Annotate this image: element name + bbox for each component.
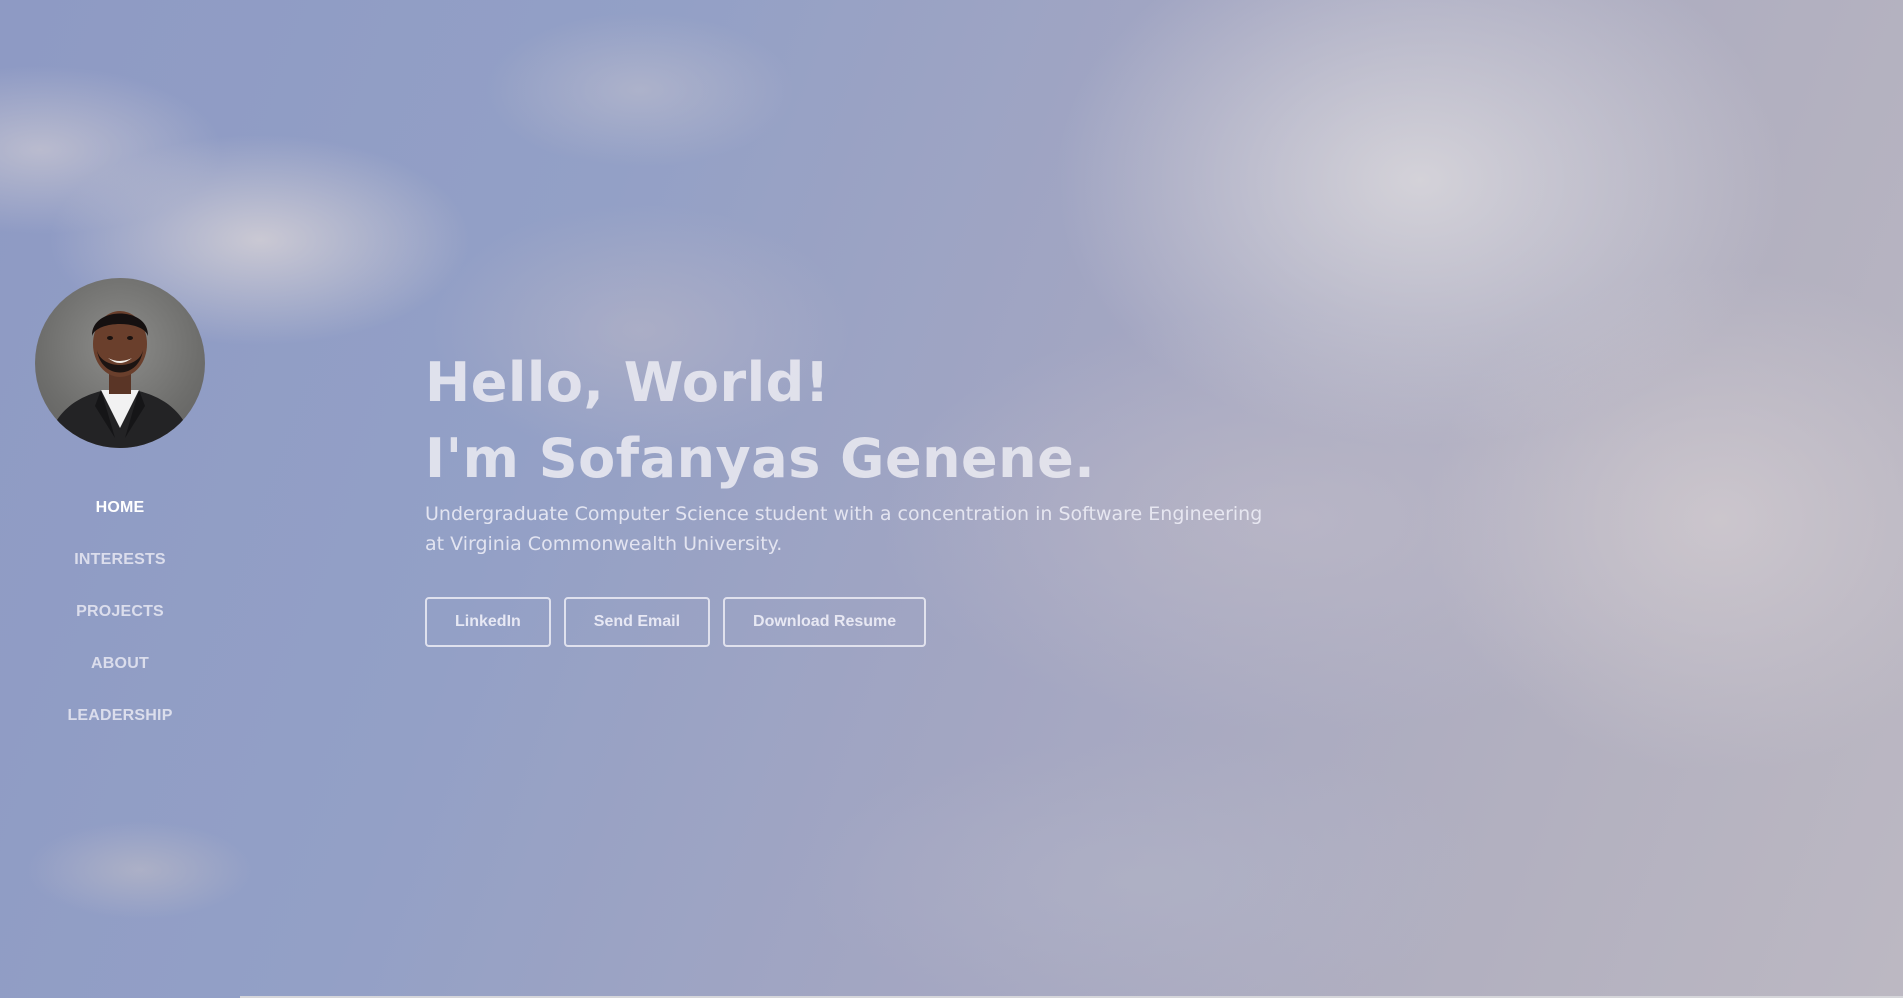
hero-description: Undergraduate Computer Science student w… [425,503,1263,555]
send-email-button[interactable]: Send Email [563,597,711,647]
nav-item-home[interactable]: HOME [0,490,240,542]
sidebar: HOME INTERESTS PROJECTS ABOUT LEADERSHIP [0,0,240,998]
hero-greeting: Hello, World! [425,351,830,414]
nav-item-about[interactable]: ABOUT [0,646,240,698]
avatar [35,278,205,448]
sidebar-nav: HOME INTERESTS PROJECTS ABOUT LEADERSHIP [0,490,240,750]
nav-item-projects[interactable]: PROJECTS [0,594,240,646]
linkedin-button[interactable]: LinkedIn [425,597,551,647]
download-resume-button[interactable]: Download Resume [723,597,927,647]
hero-section: Hello, World! I'm Sofanyas Genene. Under… [425,345,1325,647]
hero-name: I'm Sofanyas Genene. [425,427,1096,490]
hero-buttons: LinkedIn Send Email Download Resume [425,597,1325,647]
nav-item-leadership[interactable]: LEADERSHIP [0,698,240,750]
nav-item-interests[interactable]: INTERESTS [0,542,240,594]
